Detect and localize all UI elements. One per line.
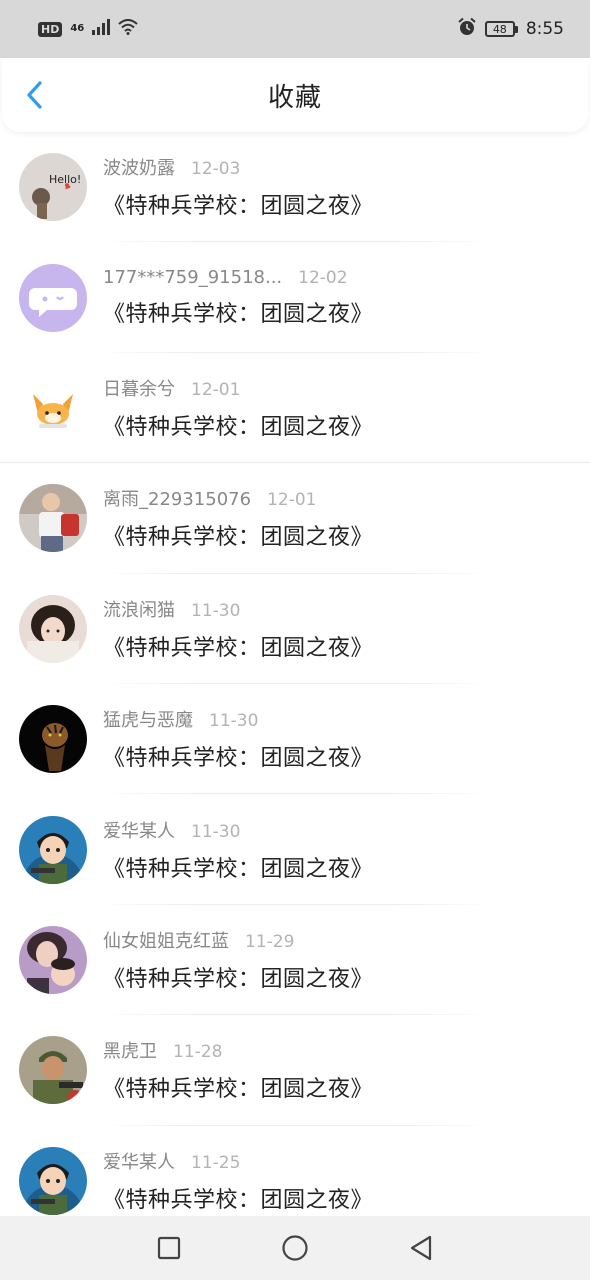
list-item[interactable]: 离雨_229315076 12-01 《特种兵学校：团圆之夜》: [0, 463, 590, 574]
avatar[interactable]: [19, 925, 87, 994]
recents-square-icon: [157, 1236, 181, 1260]
date: 11-29: [245, 931, 295, 952]
username[interactable]: 爱华某人: [103, 1148, 175, 1174]
recents-button[interactable]: [106, 1216, 232, 1280]
wifi-icon: [118, 19, 138, 39]
list-item[interactable]: 爱华某人 11-25 《特种兵学校：团圆之夜》: [0, 1126, 590, 1216]
username[interactable]: 日暮余兮: [103, 375, 175, 401]
date: 11-30: [191, 821, 241, 842]
back-nav-button[interactable]: [358, 1216, 484, 1280]
date: 11-30: [209, 711, 259, 732]
page-title: 收藏: [267, 82, 322, 113]
back-triangle-icon: [410, 1235, 432, 1261]
username[interactable]: 离雨_229315076: [103, 485, 251, 511]
alarm-icon: [457, 17, 477, 41]
status-bar: HD 46 48 8:55: [0, 0, 590, 58]
item-title[interactable]: 《特种兵学校：团圆之夜》: [103, 961, 373, 993]
network-type: 46: [70, 23, 85, 34]
username[interactable]: 177***759_91518...: [103, 267, 282, 288]
hd-icon: HD: [38, 21, 63, 37]
item-title[interactable]: 《特种兵学校：团圆之夜》: [103, 1071, 373, 1103]
battery-icon: 48: [484, 21, 518, 37]
avatar[interactable]: [19, 373, 87, 442]
avatar[interactable]: [19, 263, 87, 332]
list-item[interactable]: 日暮余兮 12-01 《特种兵学校：团圆之夜》: [0, 353, 590, 464]
date: 11-28: [173, 1042, 223, 1063]
svg-text:Hello!: Hello!: [49, 173, 81, 186]
list-item[interactable]: 猛虎与恶魔 11-30 《特种兵学校：团圆之夜》: [0, 684, 590, 795]
date: 12-02: [298, 268, 348, 289]
username[interactable]: 波波奶露: [103, 154, 175, 180]
avatar[interactable]: [19, 705, 87, 774]
item-title[interactable]: 《特种兵学校：团圆之夜》: [103, 409, 373, 441]
status-right: 48 8:55: [457, 17, 564, 41]
item-title[interactable]: 《特种兵学校：团圆之夜》: [103, 630, 373, 662]
item-title[interactable]: 《特种兵学校：团圆之夜》: [103, 1182, 373, 1214]
avatar[interactable]: [19, 1146, 87, 1215]
system-nav-bar: [0, 1216, 590, 1280]
clock: 8:55: [525, 19, 564, 39]
date: 12-03: [191, 159, 241, 180]
username[interactable]: 爱华某人: [103, 817, 175, 843]
list-item[interactable]: 177***759_91518... 12-02 《特种兵学校：团圆之夜》: [0, 242, 590, 354]
chevron-left-icon: [27, 81, 42, 109]
avatar[interactable]: [19, 594, 87, 663]
header: 收藏: [2, 58, 588, 132]
list-item[interactable]: 仙女姐姐克红蓝 11-29 《特种兵学校：团圆之夜》: [0, 905, 590, 1016]
avatar[interactable]: [19, 484, 87, 553]
list-item[interactable]: 流浪闲猫 11-30 《特种兵学校：团圆之夜》: [0, 574, 590, 685]
home-circle-icon: [282, 1235, 308, 1261]
avatar[interactable]: Hello!: [19, 153, 87, 222]
item-title[interactable]: 《特种兵学校：团圆之夜》: [103, 296, 373, 328]
username[interactable]: 猛虎与恶魔: [103, 706, 193, 732]
date: 11-30: [191, 600, 241, 621]
item-title[interactable]: 《特种兵学校：团圆之夜》: [103, 188, 373, 220]
item-title[interactable]: 《特种兵学校：团圆之夜》: [103, 851, 373, 883]
favorites-list: Hello! 波波奶露 12-03 《特种兵学校：团圆之夜》 177***759…: [0, 132, 590, 1216]
list-item[interactable]: 黑虎卫 11-28 《特种兵学校：团圆之夜》: [0, 1015, 590, 1126]
avatar[interactable]: [19, 815, 87, 884]
date: 12-01: [191, 379, 241, 400]
username[interactable]: 仙女姐姐克红蓝: [103, 927, 229, 953]
avatar[interactable]: [19, 1036, 87, 1105]
item-title[interactable]: 《特种兵学校：团圆之夜》: [103, 519, 373, 551]
list-item[interactable]: 爱华某人 11-30 《特种兵学校：团圆之夜》: [0, 794, 590, 906]
battery-level: 48: [484, 21, 515, 37]
date: 12-01: [267, 490, 317, 511]
username[interactable]: 流浪闲猫: [103, 596, 175, 622]
item-title[interactable]: 《特种兵学校：团圆之夜》: [103, 740, 373, 772]
home-button[interactable]: [232, 1216, 358, 1280]
signal-icon: [92, 19, 111, 39]
back-button[interactable]: [20, 80, 50, 110]
status-left: HD 46: [38, 19, 138, 39]
date: 11-25: [191, 1152, 241, 1173]
list-item[interactable]: Hello! 波波奶露 12-03 《特种兵学校：团圆之夜》: [0, 132, 590, 243]
username[interactable]: 黑虎卫: [103, 1037, 157, 1063]
